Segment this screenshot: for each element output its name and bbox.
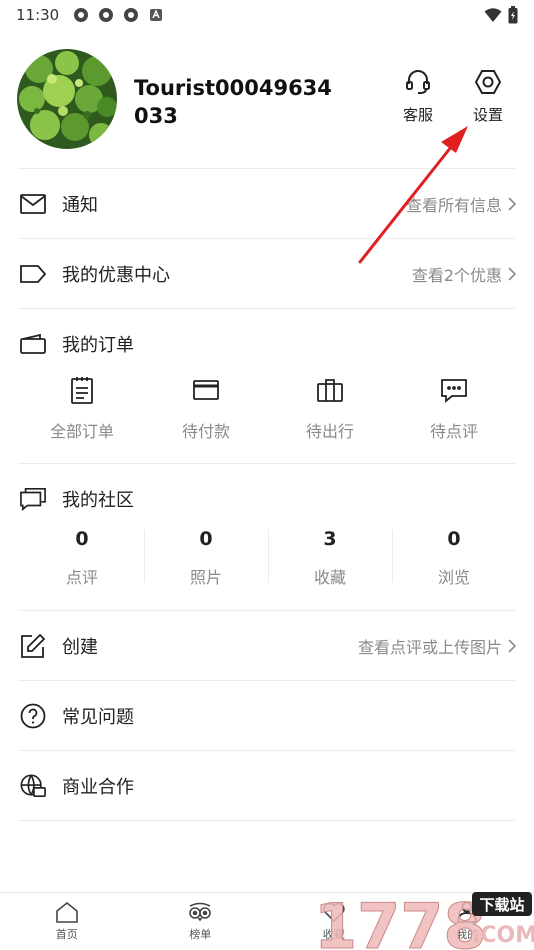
divider	[18, 680, 516, 681]
status-bar: 11:30	[0, 0, 534, 30]
chat-bubbles-icon	[20, 487, 46, 511]
globe-chat-icon	[20, 774, 46, 798]
divider	[18, 308, 516, 309]
gear-icon	[474, 70, 502, 94]
customer-service-label: 客服	[402, 106, 433, 124]
chevron-right-icon	[508, 267, 516, 281]
business-cooperation-label: 商业合作	[62, 777, 134, 798]
suitcase-icon	[317, 379, 343, 402]
order-upcoming-trip-button[interactable]: 待出行	[268, 376, 392, 442]
stat-reviews[interactable]: 0 点评	[20, 528, 144, 588]
profile-header: Tourist00049634033 客服 设置	[0, 46, 534, 152]
notifications-row[interactable]: 通知 查看所有信息	[0, 170, 534, 238]
customer-service-button[interactable]: 客服	[388, 68, 448, 125]
coupon-center-label: 我的优惠中心	[62, 265, 170, 286]
watermark-logo: 1778 下载站 .COM	[312, 890, 534, 950]
wallet-icon	[20, 334, 46, 354]
question-circle-icon	[20, 703, 46, 729]
faq-row[interactable]: 常见问题	[0, 682, 534, 750]
status-right	[484, 6, 518, 24]
view-reviews-upload-link[interactable]: 查看点评或上传图片	[358, 634, 516, 658]
divider	[18, 238, 516, 239]
battery-icon	[508, 6, 518, 24]
headset-icon	[406, 70, 430, 94]
tag-icon	[20, 265, 46, 283]
coupon-center-row[interactable]: 我的优惠中心 查看2个优惠	[0, 240, 534, 308]
stat-viewed[interactable]: 0 浏览	[392, 528, 516, 588]
stat-photos[interactable]: 0 照片	[144, 528, 268, 588]
wifi-icon	[484, 8, 502, 22]
order-pending-payment-button[interactable]: 待付款	[144, 376, 268, 442]
view-coupons-link[interactable]: 查看2个优惠	[412, 262, 516, 286]
comment-icon	[441, 379, 467, 403]
keyboard-indicator-icon	[150, 9, 163, 21]
watermark-badge: 下载站	[479, 896, 524, 914]
order-all-button[interactable]: 全部订单	[20, 376, 144, 442]
order-shortcuts: 全部订单 待付款 待出行 待点评	[20, 376, 516, 442]
stat-saved[interactable]: 3 收藏	[268, 528, 392, 588]
my-orders-label: 我的订单	[62, 335, 134, 356]
create-row[interactable]: 创建 查看点评或上传图片	[0, 612, 534, 680]
username: Tourist00049634033	[134, 76, 332, 128]
faq-label: 常见问题	[62, 707, 134, 728]
edit-icon	[21, 633, 46, 658]
settings-label: 设置	[472, 106, 503, 124]
notifications-label: 通知	[62, 195, 98, 216]
notification-app-icon	[99, 8, 114, 22]
status-time: 11:30	[16, 6, 60, 24]
tab-home[interactable]: 首页	[0, 893, 134, 950]
chevron-right-icon	[508, 639, 516, 653]
divider	[18, 750, 516, 751]
owl-icon	[189, 902, 212, 922]
watermark-text: 1778	[314, 890, 487, 950]
divider	[18, 610, 516, 611]
avatar[interactable]	[17, 49, 117, 149]
home-icon	[55, 901, 78, 923]
notification-app-icon	[124, 8, 139, 22]
mail-icon	[20, 194, 46, 214]
tab-rankings[interactable]: 榜单	[134, 893, 268, 950]
view-all-messages-link[interactable]: 查看所有信息	[406, 192, 516, 216]
chevron-right-icon	[508, 197, 516, 211]
my-orders-row[interactable]: 我的订单	[0, 310, 534, 378]
divider	[18, 463, 516, 464]
divider	[18, 168, 516, 169]
clipboard-icon	[71, 377, 93, 404]
watermark-suffix: .COM	[472, 923, 534, 948]
my-community-label: 我的社区	[62, 490, 134, 511]
create-label: 创建	[62, 637, 98, 658]
notification-app-icon	[74, 8, 89, 22]
card-icon	[193, 380, 219, 400]
my-community-row[interactable]: 我的社区	[0, 465, 534, 533]
community-stats: 0 点评 0 照片 3 收藏 0 浏览	[20, 528, 516, 588]
business-cooperation-row[interactable]: 商业合作	[0, 752, 534, 820]
divider	[18, 820, 516, 821]
settings-button[interactable]: 设置	[458, 68, 518, 125]
order-to-review-button[interactable]: 待点评	[392, 376, 516, 442]
